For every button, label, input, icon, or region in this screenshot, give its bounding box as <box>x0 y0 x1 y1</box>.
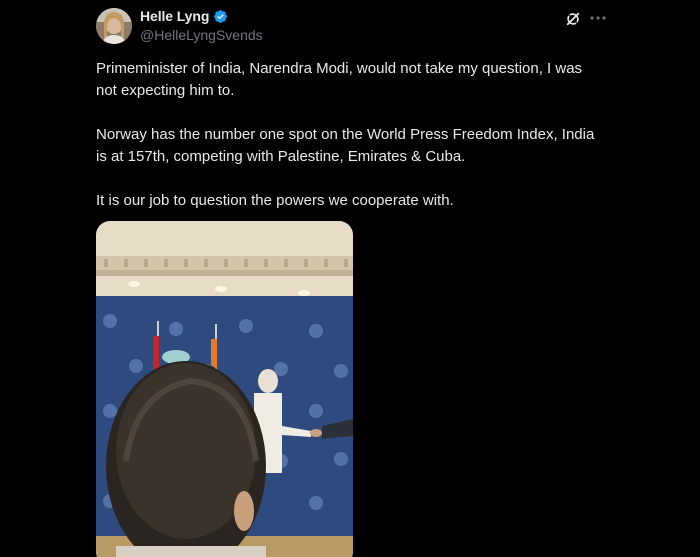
more-dots-icon[interactable] <box>588 8 608 28</box>
author-display-name[interactable]: Helle Lyng <box>140 8 209 24</box>
author-handle[interactable]: @HelleLyngSvends <box>140 27 263 43</box>
tweet-card: Helle Lyng @HelleLyngSvends Primeministe… <box>0 0 700 557</box>
tweet-text: Primeminister of India, Narendra Modi, w… <box>96 58 596 234</box>
tweet-paragraph: It is our job to question the powers we … <box>96 192 454 209</box>
author-name-row: Helle Lyng <box>140 8 228 24</box>
tweet-paragraph: Primeminister of India, Narendra Modi, w… <box>96 60 587 99</box>
avatar[interactable] <box>96 8 132 44</box>
tweet-video[interactable] <box>96 221 353 557</box>
verified-badge-icon <box>213 9 228 24</box>
tweet-paragraph: Norway has the number one spot on the Wo… <box>96 126 599 165</box>
grok-slash-icon[interactable] <box>564 10 582 28</box>
